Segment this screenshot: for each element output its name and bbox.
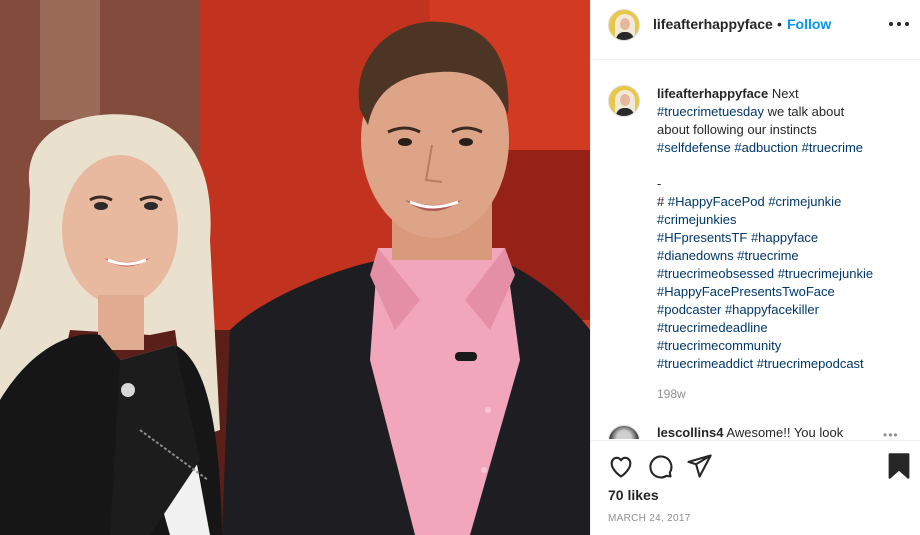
hashtag-link[interactable]: #truecrimetuesday [657, 104, 764, 119]
hashtag-link[interactable]: #truecrimeobsessed [657, 266, 774, 281]
author-avatar[interactable] [608, 9, 640, 41]
hashtag-link[interactable]: #happyfacekiller [725, 302, 819, 317]
heart-icon[interactable] [607, 452, 635, 480]
caption-username[interactable]: lifeafterhappyface [657, 86, 768, 101]
paper-plane-icon[interactable] [685, 452, 713, 480]
caption-hash: # [657, 194, 665, 209]
hashtag-link[interactable]: #happyface [751, 230, 818, 245]
hashtag-link[interactable]: #truecrime [737, 248, 798, 263]
caption-text: we talk about [767, 104, 845, 119]
hashtag-link[interactable]: #truecrime [802, 140, 863, 155]
more-dots-icon[interactable] [889, 14, 909, 34]
commenter-username[interactable]: lescollins4 [657, 425, 723, 439]
post-photo[interactable] [0, 0, 590, 535]
hashtag-link[interactable]: #crimejunkie [768, 194, 841, 209]
caption-text-lead: Next [771, 86, 799, 101]
follow-button[interactable]: Follow [787, 16, 831, 32]
likes-count[interactable]: 70 likes [608, 487, 659, 503]
caption-timestamp[interactable]: 198w [657, 387, 686, 401]
post-caption: lifeafterhappyface Next #truecrimetuesda… [657, 85, 897, 373]
comment-text: Awesome!! You look [726, 425, 844, 439]
author-username[interactable]: lifeafterhappyface [653, 16, 773, 32]
bookmark-icon[interactable] [885, 452, 913, 480]
ellipsis-icon[interactable]: ••• [883, 428, 899, 439]
hashtag-link[interactable]: #truecrimedeadline [657, 320, 768, 335]
hashtag-link[interactable]: #podcaster [657, 302, 721, 317]
hashtag-link[interactable]: #dianedowns [657, 248, 734, 263]
hashtag-link[interactable]: #HappyFacePresentsTwoFace [657, 284, 835, 299]
commenter-avatar[interactable] [608, 425, 640, 439]
caption-dash: - [657, 176, 662, 191]
post-sidebar: lifeafterhappyface • Follow lifeafterhap… [590, 0, 920, 535]
comment-bubble-icon[interactable] [646, 452, 674, 480]
hashtag-link[interactable]: #HFpresentsTF [657, 230, 747, 245]
comments-section[interactable]: lifeafterhappyface Next #truecrimetuesda… [591, 61, 920, 439]
hashtag-link[interactable]: #truecrimecommunity [657, 338, 781, 353]
post-actions: 70 likes MARCH 24, 2017 [591, 440, 920, 535]
hashtag-link[interactable]: #crimejunkies [657, 212, 736, 227]
hashtag-link[interactable]: #selfdefense [657, 140, 731, 155]
post-date: MARCH 24, 2017 [608, 513, 691, 524]
hashtag-link[interactable]: #adbuction [734, 140, 798, 155]
post-photo-illustration [0, 0, 590, 535]
hashtag-link[interactable]: #truecrimepodcast [757, 356, 864, 371]
caption-text: about following our instincts [657, 122, 817, 137]
hashtag-link[interactable]: #HappyFacePod [668, 194, 765, 209]
post-header: lifeafterhappyface • Follow [591, 0, 920, 60]
separator-dot: • [777, 16, 782, 32]
caption-author-avatar[interactable] [608, 85, 640, 117]
hashtag-link[interactable]: #truecrimeaddict [657, 356, 753, 371]
comment-item: lescollins4 Awesome!! You look [657, 425, 843, 439]
hashtag-link[interactable]: #truecrimejunkie [778, 266, 873, 281]
